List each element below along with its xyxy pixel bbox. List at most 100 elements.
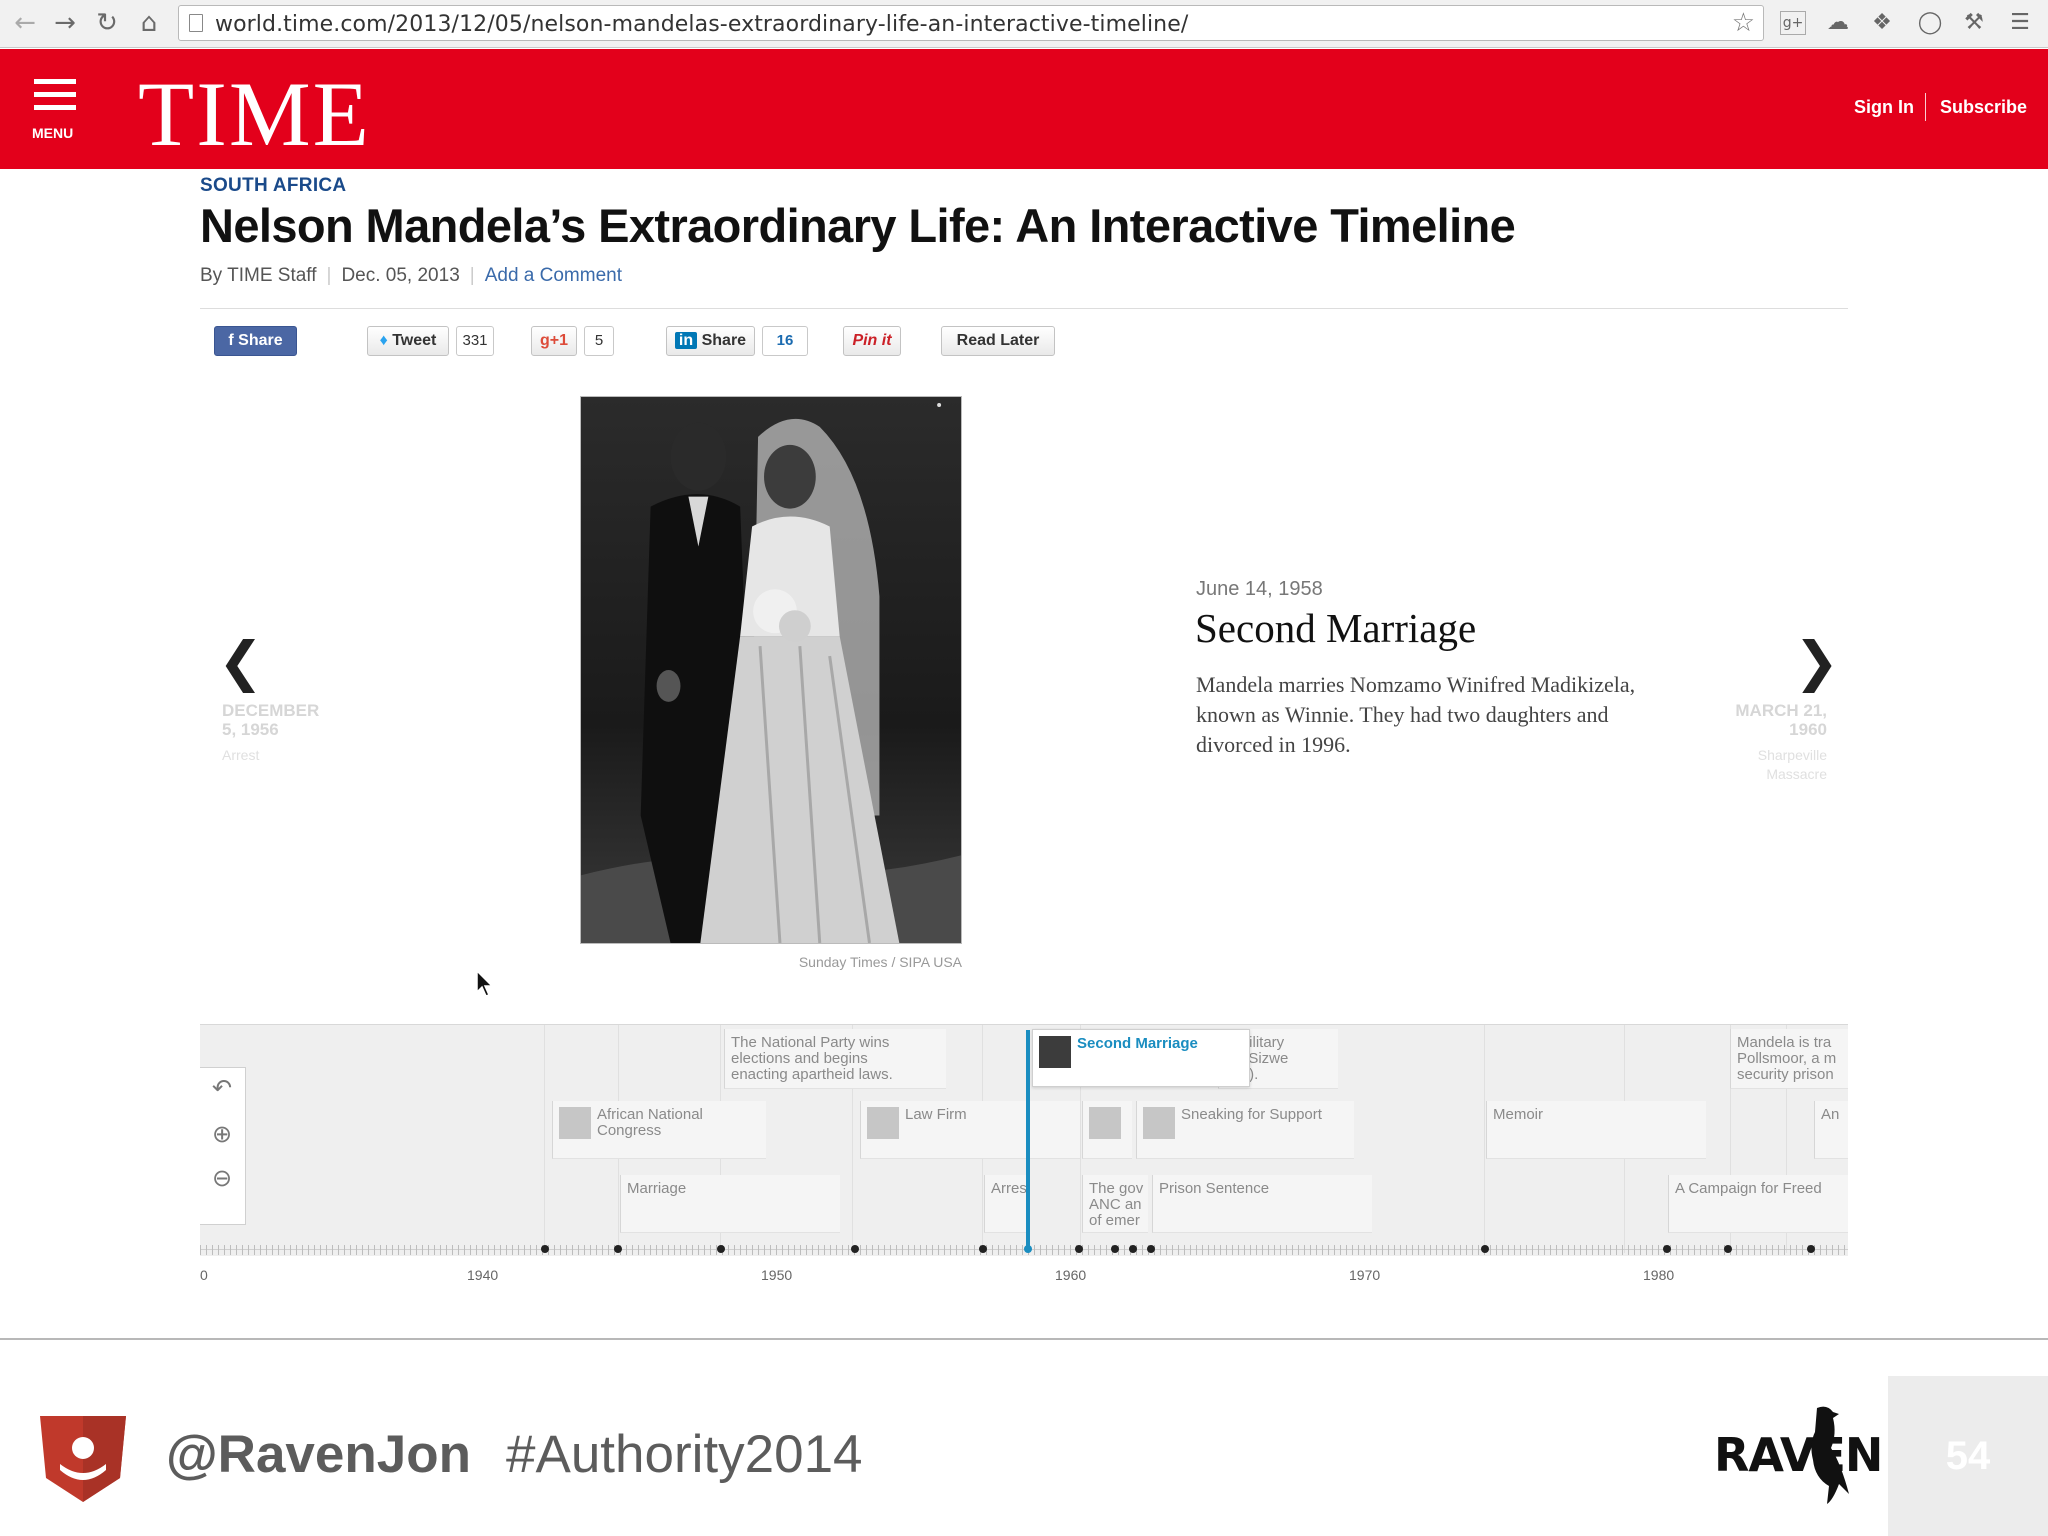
- author[interactable]: By TIME Staff: [200, 265, 317, 287]
- url-text: world.time.com/2013/12/05/nelson-mandela…: [215, 12, 1189, 37]
- google-plus-count: 5: [584, 326, 614, 356]
- browser-toolbar: ← → ↻ ⌂ world.time.com/2013/12/05/nelson…: [0, 0, 2048, 48]
- google-plus-button[interactable]: g+1: [531, 326, 577, 356]
- timeline-event-active[interactable]: Second Marriage: [1032, 1029, 1250, 1087]
- pinit-button[interactable]: Pin it: [843, 326, 901, 356]
- timeline-event[interactable]: [1082, 1101, 1132, 1159]
- year-label: 1980: [1643, 1267, 1675, 1283]
- prev-slide-date[interactable]: DECEMBER 5, 1956: [222, 701, 319, 739]
- timeline-event[interactable]: The gov ANC an of emer: [1082, 1175, 1148, 1233]
- menu-button[interactable]: MENU: [32, 79, 80, 141]
- zoom-out-icon[interactable]: ⊖: [208, 1164, 236, 1192]
- subscribe-link[interactable]: Subscribe: [1940, 97, 2027, 118]
- publish-date: Dec. 05, 2013: [341, 265, 460, 286]
- bookmark-star-icon[interactable]: ☆: [1732, 8, 1755, 38]
- timeline-dot[interactable]: [614, 1245, 622, 1253]
- zoom-in-icon[interactable]: ⊕: [208, 1120, 236, 1148]
- home-icon[interactable]: ⌂: [134, 8, 164, 38]
- timeline-dot[interactable]: [1075, 1245, 1083, 1253]
- year-label: 0: [200, 1267, 208, 1283]
- linkedin-count: 16: [762, 326, 808, 356]
- year-label: 1960: [1055, 1267, 1087, 1283]
- facebook-share-button[interactable]: f Share: [214, 326, 297, 356]
- chrome-menu-icon[interactable]: ☰: [2004, 8, 2036, 38]
- timeline-dot[interactable]: [1129, 1245, 1137, 1253]
- wedding-photo: [580, 396, 962, 944]
- event-thumbnail: [1089, 1107, 1121, 1139]
- menu-label: MENU: [32, 125, 74, 141]
- event-thumbnail: [559, 1107, 591, 1139]
- timeline-dot[interactable]: [717, 1245, 725, 1253]
- page-number: 54: [1945, 1434, 1991, 1478]
- timeline-dot[interactable]: [1663, 1245, 1671, 1253]
- forward-icon[interactable]: →: [50, 8, 80, 38]
- photo-credit: Sunday Times / SIPA USA: [798, 954, 962, 970]
- facebook-icon: f: [228, 332, 239, 349]
- address-bar[interactable]: world.time.com/2013/12/05/nelson-mandela…: [178, 5, 1764, 41]
- header-divider: [1925, 93, 1926, 121]
- raven-bird-icon: [1811, 1406, 1849, 1504]
- header-rule: [200, 308, 1848, 309]
- timeline-event[interactable]: A Campaign for Freed: [1668, 1175, 1848, 1233]
- back-to-start-icon[interactable]: ↶: [208, 1074, 236, 1102]
- year-label: 1940: [467, 1267, 499, 1283]
- reload-icon[interactable]: ↻: [92, 8, 122, 38]
- timeline-controls: ↶ ⊕ ⊖: [200, 1067, 246, 1225]
- timeline-dot[interactable]: [1147, 1245, 1155, 1253]
- year-label: 1970: [1349, 1267, 1381, 1283]
- timeline-event[interactable]: Sneaking for Support: [1136, 1101, 1354, 1159]
- article-title: Nelson Mandela’s Extraordinary Life: An …: [200, 199, 1516, 252]
- add-comment-link[interactable]: Add a Comment: [485, 265, 622, 287]
- site-header: MENU TIME Sign In Subscribe: [0, 49, 2048, 169]
- back-icon[interactable]: ←: [10, 8, 40, 38]
- mouse-cursor-icon: [476, 970, 494, 997]
- google-plus-extension-icon[interactable]: g+: [1780, 11, 1806, 35]
- shield-logo-icon: [40, 1416, 126, 1502]
- timeline-event[interactable]: Mandela is tra Pollsmoor, a m security pri…: [1730, 1029, 1848, 1089]
- tweet-count: 331: [456, 326, 494, 356]
- next-slide-date[interactable]: MARCH 21, 1960: [1720, 701, 1827, 739]
- wrench-extension-icon[interactable]: ⚒: [1958, 8, 1990, 38]
- slide-title: Second Marriage: [1195, 605, 1477, 651]
- next-slide-label[interactable]: Sharpeville Massacre: [1720, 746, 1827, 784]
- timeline-dot[interactable]: [1111, 1245, 1119, 1253]
- section-kicker[interactable]: SOUTH AFRICA: [200, 175, 346, 197]
- hashtag: #Authority2014: [506, 1425, 863, 1484]
- slide-body: Mandela marries Nomzamo Winifred Madikiz…: [1196, 672, 1636, 757]
- pocket-extension-icon[interactable]: ◯: [1914, 8, 1946, 38]
- read-later-button[interactable]: Read Later: [941, 326, 1055, 356]
- event-thumbnail: [867, 1107, 899, 1139]
- year-label: 1950: [761, 1267, 793, 1283]
- evernote-extension-icon[interactable]: ❖: [1866, 8, 1898, 38]
- timeline-event[interactable]: Marriage: [620, 1175, 840, 1233]
- timeline-dot[interactable]: [1724, 1245, 1732, 1253]
- event-thumbnail: [1143, 1107, 1175, 1139]
- screenshot-bottom-edge: [0, 1338, 2048, 1340]
- event-thumbnail: [1039, 1036, 1071, 1068]
- linkedin-share-button[interactable]: in Share: [666, 326, 755, 356]
- next-slide-icon[interactable]: ❯: [1794, 630, 1839, 693]
- prev-slide-label[interactable]: Arrest: [222, 746, 259, 765]
- timeline-event[interactable]: The National Party wins elections and beg…: [724, 1029, 946, 1089]
- timeline-panel[interactable]: The National Party wins elections and beg…: [200, 1024, 1848, 1256]
- timeline-event[interactable]: An: [1814, 1101, 1848, 1159]
- cloud-extension-icon[interactable]: ☁: [1822, 8, 1854, 38]
- sign-in-link[interactable]: Sign In: [1854, 97, 1914, 118]
- timeline-event[interactable]: Memoir: [1486, 1101, 1706, 1159]
- timeline-dot[interactable]: [1807, 1245, 1815, 1253]
- byline: By TIME Staff | Dec. 05, 2013 | Add a Commen…: [200, 265, 622, 287]
- timeline-event[interactable]: Law Firm: [860, 1101, 1080, 1159]
- timeline-dot[interactable]: [979, 1245, 987, 1253]
- prev-slide-icon[interactable]: ❮: [218, 630, 263, 693]
- current-position-marker: [1026, 1030, 1030, 1252]
- timeline-dot[interactable]: [541, 1245, 549, 1253]
- timeline-dot[interactable]: [1481, 1245, 1489, 1253]
- timeline-event[interactable]: Arrest: [984, 1175, 1028, 1233]
- tweet-button[interactable]: ♦ Tweet: [367, 326, 449, 356]
- timeline-event[interactable]: African National Congress: [552, 1101, 766, 1159]
- twitter-handle: @RavenJon: [166, 1425, 471, 1484]
- time-logo[interactable]: TIME: [138, 61, 371, 167]
- twitter-bird-icon: ♦: [379, 332, 393, 349]
- timeline-event[interactable]: Prison Sentence: [1152, 1175, 1372, 1233]
- timeline-dot[interactable]: [851, 1245, 859, 1253]
